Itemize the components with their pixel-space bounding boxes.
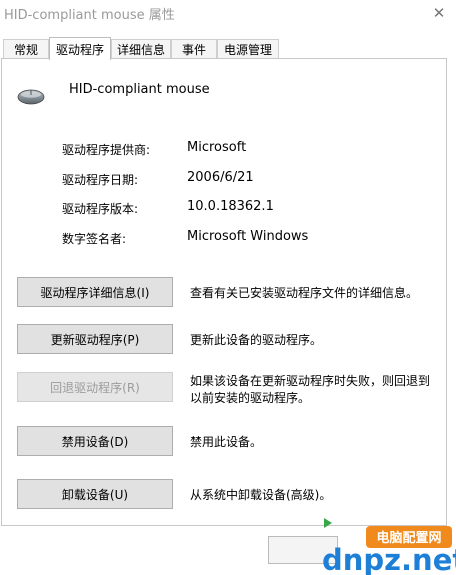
tab-power-management[interactable]: 电源管理 — [217, 39, 279, 58]
rollback-driver-button[interactable]: 回退驱动程序(R) — [17, 372, 173, 402]
signer-value: Microsoft Windows — [187, 229, 309, 244]
device-name: HID-compliant mouse — [69, 82, 210, 97]
provider-value: Microsoft — [187, 140, 247, 155]
rollback-driver-desc: 如果该设备在更新驱动程序时失败，则回退到以前安装的驱动程序。 — [190, 374, 431, 405]
version-label: 驱动程序版本: — [62, 202, 139, 216]
update-driver-desc: 更新此设备的驱动程序。 — [190, 333, 323, 347]
uninstall-device-button[interactable]: 卸载设备(U) — [17, 479, 173, 509]
update-driver-button[interactable]: 更新驱动程序(P) — [17, 324, 173, 354]
provider-label: 驱动程序提供商: — [62, 143, 151, 157]
site-watermark-logo: 电脑配置网 dnpz.net — [322, 518, 456, 575]
driver-details-desc: 查看有关已安装驱动程序文件的详细信息。 — [190, 286, 419, 300]
watermark-brand: dnpz.net — [322, 543, 456, 575]
date-label: 驱动程序日期: — [62, 173, 139, 187]
window-title: HID-compliant mouse 属性 — [4, 8, 175, 23]
disable-device-button[interactable]: 禁用设备(D) — [17, 426, 173, 456]
disable-device-desc: 禁用此设备。 — [190, 435, 263, 449]
driver-details-button[interactable]: 驱动程序详细信息(I) — [17, 277, 173, 307]
title-bar: HID-compliant mouse 属性 ✕ — [0, 0, 456, 26]
tab-driver[interactable]: 驱动程序 — [49, 37, 111, 60]
tab-bar: 常规 驱动程序 详细信息 事件 电源管理 — [0, 37, 456, 60]
date-value: 2006/6/21 — [187, 170, 254, 185]
uninstall-device-desc: 从系统中卸载设备(高级)。 — [190, 488, 332, 502]
tab-general[interactable]: 常规 — [3, 39, 49, 58]
play-arrow-icon — [324, 518, 332, 528]
close-icon[interactable]: ✕ — [422, 0, 456, 26]
version-value: 10.0.18362.1 — [187, 199, 274, 214]
signer-label: 数字签名者: — [62, 232, 127, 246]
mouse-icon — [17, 89, 45, 105]
tab-events[interactable]: 事件 — [171, 39, 217, 58]
tab-details[interactable]: 详细信息 — [111, 39, 171, 58]
